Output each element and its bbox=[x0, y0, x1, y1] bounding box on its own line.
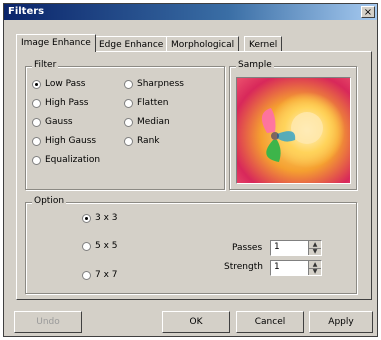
radio-size-7x7[interactable]: 7 x 7 bbox=[82, 270, 118, 280]
ok-button[interactable]: OK bbox=[162, 311, 230, 333]
tab-kernel[interactable]: Kernel bbox=[244, 36, 283, 52]
strength-spinner[interactable]: 1 ▲ ▼ bbox=[270, 260, 322, 276]
radio-indicator bbox=[32, 117, 41, 127]
radio-label: Low Pass bbox=[45, 79, 86, 89]
radio-equalization[interactable]: Equalization bbox=[32, 155, 100, 165]
radio-indicator bbox=[82, 270, 91, 280]
radio-indicator bbox=[32, 155, 41, 165]
radio-label: Sharpness bbox=[137, 79, 184, 89]
radio-label: 5 x 5 bbox=[95, 241, 118, 251]
passes-label: Passes bbox=[232, 243, 263, 253]
radio-high-gauss[interactable]: High Gauss bbox=[32, 136, 96, 146]
radio-indicator bbox=[32, 136, 41, 146]
radio-median[interactable]: Median bbox=[124, 117, 170, 127]
radio-indicator bbox=[124, 117, 133, 127]
radio-indicator bbox=[82, 213, 91, 223]
spin-down-icon[interactable]: ▼ bbox=[309, 248, 321, 255]
apply-button[interactable]: Apply bbox=[309, 311, 373, 333]
radio-size-3x3[interactable]: 3 x 3 bbox=[82, 213, 118, 223]
title-bar[interactable]: Filters × bbox=[4, 4, 377, 20]
option-legend: Option bbox=[32, 196, 67, 206]
passes-value: 1 bbox=[274, 242, 280, 252]
tab-image-enhance[interactable]: Image Enhance bbox=[16, 34, 96, 52]
radio-sharpness[interactable]: Sharpness bbox=[124, 79, 184, 89]
radio-label: 7 x 7 bbox=[95, 270, 118, 280]
strength-spin-buttons: ▲ ▼ bbox=[308, 261, 321, 275]
close-button[interactable]: × bbox=[361, 6, 375, 18]
radio-indicator bbox=[124, 79, 133, 89]
radio-label: Equalization bbox=[45, 155, 101, 165]
radio-label: 3 x 3 bbox=[95, 213, 118, 223]
radio-indicator bbox=[32, 98, 41, 108]
radio-label: Gauss bbox=[45, 117, 73, 127]
radio-label: High Pass bbox=[45, 98, 89, 108]
radio-high-pass[interactable]: High Pass bbox=[32, 98, 88, 108]
filter-legend: Filter bbox=[32, 60, 59, 70]
tab-morphological[interactable]: Morphological bbox=[166, 36, 240, 52]
filters-dialog: Filters × Image Enhance Edge Enhance Mor… bbox=[3, 3, 378, 337]
sample-legend: Sample bbox=[236, 60, 274, 70]
sample-group: Sample bbox=[229, 60, 357, 190]
radio-label: Median bbox=[137, 117, 170, 127]
radio-flatten[interactable]: Flatten bbox=[124, 98, 169, 108]
radio-size-5x5[interactable]: 5 x 5 bbox=[82, 241, 118, 251]
window-title: Filters bbox=[8, 6, 45, 17]
cancel-button[interactable]: Cancel bbox=[236, 311, 304, 333]
radio-indicator bbox=[124, 98, 133, 108]
strength-label: Strength bbox=[224, 262, 263, 272]
radio-label: Rank bbox=[137, 136, 160, 146]
undo-button[interactable]: Undo bbox=[14, 311, 82, 333]
passes-spin-buttons: ▲ ▼ bbox=[308, 241, 321, 255]
image-enhance-panel: Filter Low Pass High Pass Gauss High Gau… bbox=[16, 51, 372, 300]
filter-group: Filter Low Pass High Pass Gauss High Gau… bbox=[25, 60, 225, 190]
radio-label: High Gauss bbox=[45, 136, 97, 146]
radio-low-pass[interactable]: Low Pass bbox=[32, 79, 86, 89]
radio-indicator bbox=[32, 79, 41, 89]
radio-label: Flatten bbox=[137, 98, 169, 108]
tab-edge-enhance[interactable]: Edge Enhance bbox=[94, 36, 169, 52]
radio-indicator bbox=[82, 241, 91, 251]
option-group: Option 3 x 3 5 x 5 7 x 7 Passes 1 ▲ ▼ St… bbox=[25, 196, 357, 294]
spin-down-icon[interactable]: ▼ bbox=[309, 268, 321, 275]
radio-indicator bbox=[124, 136, 133, 146]
strength-value: 1 bbox=[274, 262, 280, 272]
radio-rank[interactable]: Rank bbox=[124, 136, 160, 146]
radio-gauss[interactable]: Gauss bbox=[32, 117, 73, 127]
passes-spinner[interactable]: 1 ▲ ▼ bbox=[270, 240, 322, 256]
sample-preview-image bbox=[236, 77, 351, 184]
